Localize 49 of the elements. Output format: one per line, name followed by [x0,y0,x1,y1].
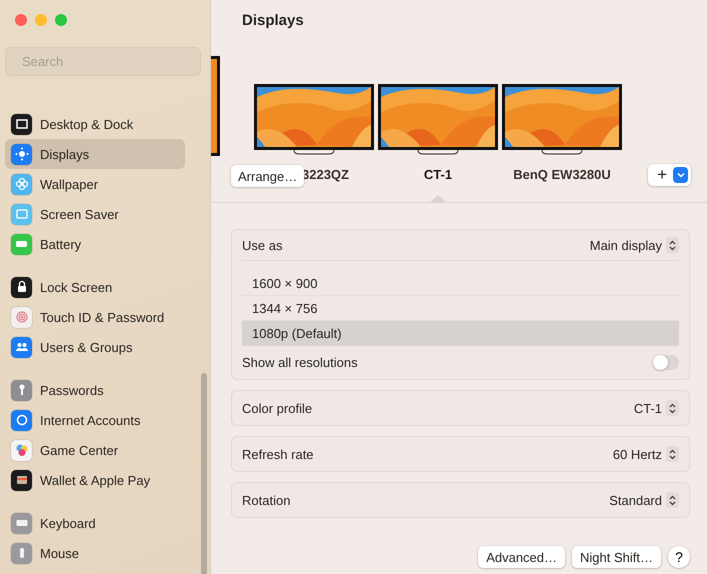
close-button[interactable] [15,14,27,26]
stepper-icon [666,237,679,253]
sidebar-item[interactable]: Internet Accounts [5,405,185,435]
popup-button[interactable]: Standard [609,492,679,508]
page-title: Displays [241,11,305,31]
resolution-option[interactable]: 1600 × 900 [242,271,679,296]
sidebar-item[interactable]: Battery [5,229,185,259]
sidebar-item[interactable]: Displays [5,139,185,169]
toggle-switch[interactable] [653,355,679,370]
sidebar-item[interactable]: Mouse [5,538,185,568]
sidebar-item[interactable]: Users & Groups [5,332,185,362]
setting-label: Rotation [242,492,290,508]
search-box[interactable]: Search [5,47,201,76]
dialog-button[interactable]: Advanced… [478,546,566,568]
arrange-button[interactable]: Arrange… [231,165,304,187]
minimize-button[interactable] [35,14,47,26]
chevron-icon [673,167,688,183]
sidebar-item[interactable]: Wallet & Apple Pay [5,465,185,495]
setting-label: Color profile [242,400,312,416]
display-name[interactable]: 3223QZ [302,167,349,182]
setting-label: Refresh rate [242,446,314,462]
stepper-icon [666,492,679,508]
stepper-icon [666,400,679,416]
sidebar-item[interactable]: Screen Saver [5,199,185,229]
setting-label: Show all resolutions [242,355,358,370]
sidebar-item[interactable]: Game Center [5,435,185,465]
resolution-option[interactable]: 1080p (Default) [242,321,679,346]
display-name[interactable]: BenQ EW3280U [513,167,611,182]
display-name[interactable]: CT-1 [424,167,452,182]
stand-icon [417,150,459,155]
setting-label: Use as [242,238,282,252]
add-display-button[interactable]: + [648,164,691,186]
sidebar-item[interactable]: Wallpaper [5,169,185,199]
popup-button[interactable]: CT-1 [634,400,679,416]
zoom-button[interactable] [55,14,67,26]
popup-button[interactable]: 60 Hertz [612,446,679,462]
dialog-button[interactable]: Night Shift… [572,546,661,568]
stand-icon [293,150,335,155]
help-button[interactable]: ? [668,546,690,568]
stepper-icon [666,446,679,462]
sidebar-item[interactable]: Touch ID & Password [5,302,185,332]
sidebar-item[interactable]: Desktop & Dock [5,109,185,139]
popup-button[interactable]: Main display [590,237,679,253]
scrollbar[interactable] [201,373,207,574]
stand-icon [541,150,583,155]
sidebar-item[interactable]: Lock Screen [5,272,185,302]
sidebar-item[interactable]: Passwords [5,375,185,405]
search-field[interactable]: Search [20,53,200,70]
sidebar-item[interactable]: Keyboard [5,508,185,538]
